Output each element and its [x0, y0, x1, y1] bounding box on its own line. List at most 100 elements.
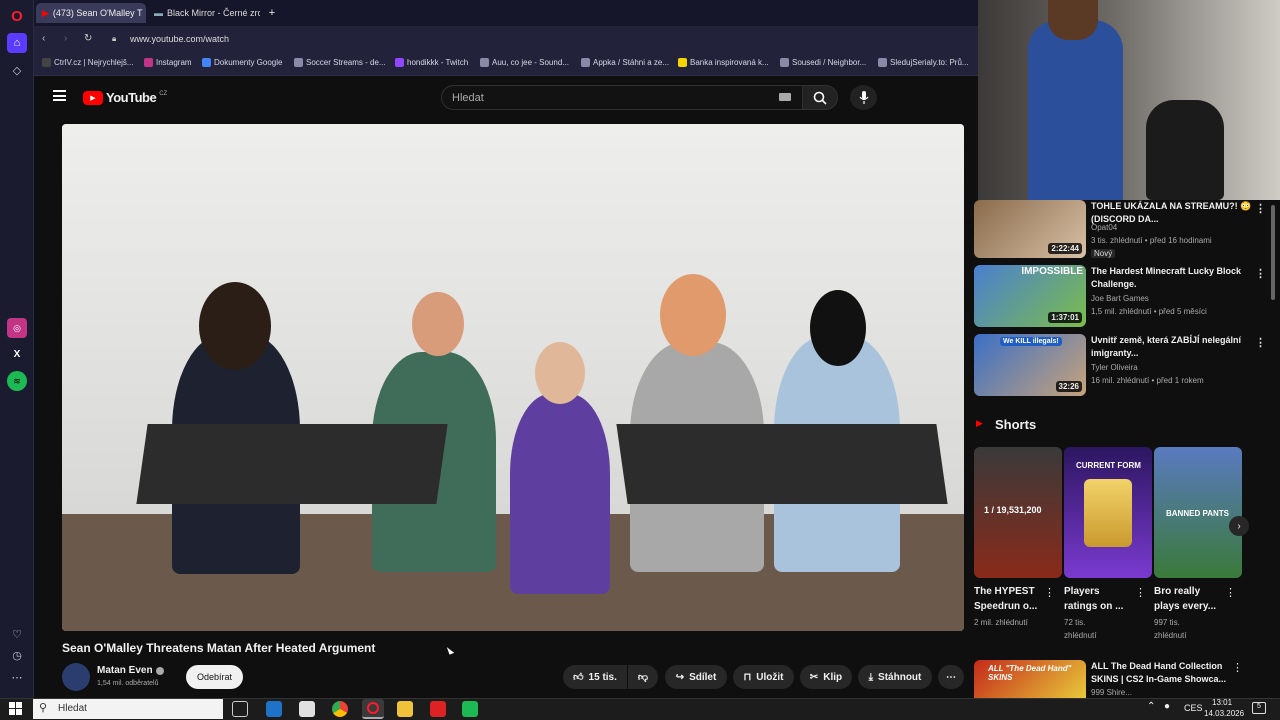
recommended-video[interactable]: We KILL illegals! 32:26 Uvnitř země, kte…: [974, 334, 1274, 398]
language-indicator[interactable]: CES: [1184, 703, 1203, 713]
youtube-logo[interactable]: ▶ YouTube CZ: [83, 90, 167, 105]
bookmark-item[interactable]: SledujSerialy.to: Prů...: [878, 58, 969, 67]
mail-icon[interactable]: [266, 701, 282, 717]
bookmark-item[interactable]: Banka inspirovaná k...: [678, 58, 769, 67]
more-icon[interactable]: ⋮: [1044, 586, 1055, 599]
bookmark-item[interactable]: hondikkk - Twitch: [395, 58, 468, 67]
youtube-play-icon: ▶: [83, 90, 103, 105]
menu-icon[interactable]: [53, 90, 66, 101]
video-player[interactable]: [62, 124, 964, 631]
shorts-heading: Shorts: [995, 417, 1037, 432]
clock-time[interactable]: 13:01: [1212, 698, 1232, 707]
more-icon[interactable]: ⋮: [1255, 336, 1266, 349]
bookmark-item[interactable]: Auu, co jee - Sound...: [480, 58, 569, 67]
scrollbar[interactable]: [1271, 205, 1275, 300]
more-icon[interactable]: ⋮: [1225, 586, 1236, 599]
person-head: [535, 342, 585, 404]
taskbar-search-input[interactable]: Hledat: [33, 699, 223, 719]
x-icon[interactable]: X: [7, 344, 27, 364]
chrome-icon[interactable]: [332, 701, 348, 717]
bookmark-item[interactable]: Soccer Streams - de...: [294, 58, 386, 67]
reload-icon[interactable]: ↻: [84, 33, 92, 44]
bookmark-item[interactable]: Instagram: [144, 58, 192, 67]
save-button[interactable]: ⊓ Uložit: [733, 665, 794, 689]
channel-name[interactable]: Matan Even: [97, 665, 153, 676]
file-explorer-icon[interactable]: [397, 701, 413, 717]
channel-name: Joe Bart Games: [1091, 294, 1149, 303]
short-views: 2 mil. zhlédnutí: [974, 618, 1028, 627]
video-title: The Hardest Minecraft Lucky Block Challe…: [1091, 266, 1242, 289]
notifications-icon[interactable]: 5: [1252, 702, 1266, 714]
tab-black-mirror[interactable]: ▬ Black Mirror - Černé zrcad: [148, 3, 260, 23]
download-button[interactable]: ⤓ Stáhnout: [858, 665, 932, 689]
video-thumbnail[interactable]: ALL "The Dead Hand" SKINS: [974, 660, 1086, 698]
bookmark-item[interactable]: CtrlV.cz | Nejrychlejš...: [42, 58, 134, 67]
shorts-icon: ▶: [976, 418, 983, 428]
heart-icon[interactable]: ♡: [7, 624, 27, 644]
clip-button[interactable]: ✂ Klip: [800, 665, 852, 689]
more-actions-button[interactable]: ⋯: [938, 665, 964, 689]
like-button[interactable]: 👍︎ 15 tis.: [563, 665, 627, 689]
search-input[interactable]: Hledat: [441, 85, 803, 110]
shorts-next-button[interactable]: ›: [1229, 516, 1249, 536]
task-view-icon[interactable]: [232, 701, 248, 717]
clock-date[interactable]: 14.03.2026: [1204, 709, 1244, 718]
webcam-person-head: [1048, 0, 1098, 40]
thumbs-up-icon: 👍︎: [573, 672, 584, 683]
short-thumbnail[interactable]: 1 / 19,531,200: [974, 447, 1062, 578]
app-icon[interactable]: [462, 701, 478, 717]
recommended-video[interactable]: 2:22:44 TOHLE UKÁZALA NA STREAMU?! 😳 (DI…: [974, 200, 1274, 264]
short-views: 997 tis. zhlédnutí: [1154, 618, 1187, 640]
dislike-button[interactable]: 👎︎: [628, 665, 658, 689]
app-icon[interactable]: [430, 701, 446, 717]
subscribe-button[interactable]: Odebírat: [186, 665, 243, 689]
forward-icon[interactable]: ›: [64, 33, 67, 44]
keyboard-icon[interactable]: [779, 93, 791, 101]
url-field[interactable]: www.youtube.com/watch: [130, 34, 229, 44]
player-card: [1084, 479, 1132, 547]
bookmark-item[interactable]: Dokumenty Google: [202, 58, 282, 67]
voice-search-button[interactable]: [850, 85, 877, 110]
recommended-video[interactable]: IMPOSSIBLE 1:37:01 The Hardest Minecraft…: [974, 265, 1274, 329]
video-thumbnail: We KILL illegals! 32:26: [974, 334, 1086, 396]
short-title[interactable]: The HYPEST Speedrun o...: [974, 584, 1044, 614]
video-title: Sean O'Malley Threatens Matan After Heat…: [62, 641, 376, 655]
more-icon[interactable]: ⋮: [1135, 586, 1146, 599]
thumbs-down-icon: 👎︎: [637, 672, 649, 683]
video-thumbnail: IMPOSSIBLE 1:37:01: [974, 265, 1086, 327]
short-thumbnail[interactable]: CURRENT FORM: [1064, 447, 1152, 578]
spotify-icon[interactable]: ≋: [7, 371, 27, 391]
subscriber-count: 1,54 mil. odběratelů: [97, 680, 159, 687]
microphone-icon[interactable]: ●: [1164, 701, 1170, 712]
tab-youtube[interactable]: ▶ (473) Sean O'Malley T: [36, 3, 146, 23]
back-icon[interactable]: ‹: [42, 33, 45, 44]
bookmark-item[interactable]: Appka / Stáhni a ze...: [581, 58, 669, 67]
tab-label: Black Mirror - Černé zrcad: [167, 8, 260, 18]
new-tab-button[interactable]: +: [262, 3, 282, 23]
short-thumbnail[interactable]: BANNED PANTS: [1154, 447, 1242, 578]
bookmark-item[interactable]: Sousedi / Neighbor...: [780, 58, 866, 67]
video-title[interactable]: ALL The Dead Hand Collection SKINS | CS2…: [1091, 660, 1231, 686]
short-title[interactable]: Players ratings on ...: [1064, 584, 1128, 614]
channel-avatar[interactable]: [62, 663, 90, 691]
chevron-up-icon[interactable]: ⌃: [1147, 701, 1155, 712]
opera-logo-icon[interactable]: O: [7, 6, 27, 26]
store-icon[interactable]: [299, 701, 315, 717]
more-icon[interactable]: ⋮: [1255, 202, 1266, 215]
video-thumbnail: 2:22:44: [974, 200, 1086, 258]
share-button[interactable]: ↪ Sdílet: [665, 665, 727, 689]
new-badge: Nový: [1091, 249, 1116, 258]
home-icon[interactable]: ⌂: [7, 33, 27, 53]
instagram-icon[interactable]: ◎: [7, 318, 27, 338]
short-title[interactable]: Bro really plays every...: [1154, 584, 1224, 614]
short-views: 72 tis. zhlédnutí: [1064, 618, 1097, 640]
pinboard-icon[interactable]: ◇: [7, 60, 27, 80]
search-button[interactable]: [802, 85, 838, 110]
table: [616, 424, 948, 504]
history-icon[interactable]: ◷: [7, 645, 27, 665]
more-icon[interactable]: ⋮: [1255, 267, 1266, 280]
opera-taskbar-icon[interactable]: [362, 699, 384, 719]
more-icon[interactable]: ⋯: [7, 667, 27, 687]
more-icon[interactable]: ⋮: [1232, 661, 1243, 674]
windows-start-icon[interactable]: [9, 702, 22, 715]
